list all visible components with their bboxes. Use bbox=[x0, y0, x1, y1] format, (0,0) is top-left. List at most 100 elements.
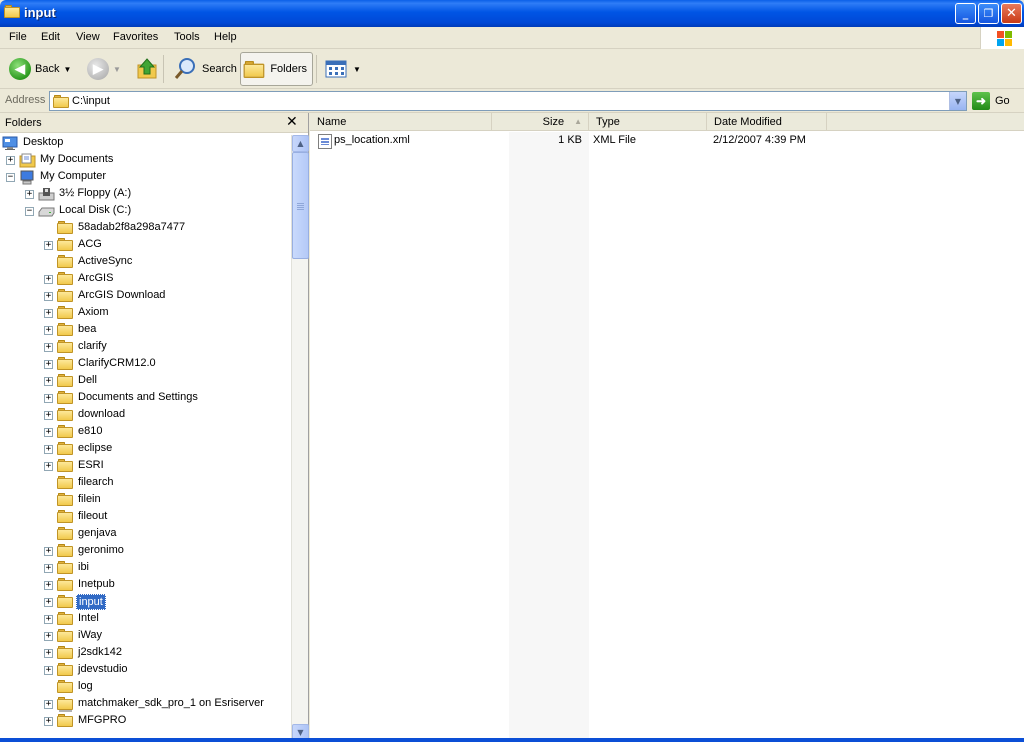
menu-file[interactable]: File bbox=[9, 31, 27, 43]
expand-icon[interactable]: + bbox=[44, 445, 53, 454]
folders-button[interactable]: Folders bbox=[240, 52, 313, 86]
tree-item[interactable]: + eclipse bbox=[0, 441, 292, 458]
tree-item[interactable]: ActiveSync bbox=[0, 254, 292, 271]
maximize-button[interactable]: ❐ bbox=[978, 3, 999, 24]
tree-item[interactable]: + download bbox=[0, 407, 292, 424]
tree-item-label: 58adab2f8a298a7477 bbox=[78, 221, 186, 233]
expand-icon[interactable]: + bbox=[44, 411, 53, 420]
scroll-thumb[interactable] bbox=[292, 152, 309, 259]
expand-icon[interactable]: + bbox=[44, 292, 53, 301]
up-folder-button[interactable] bbox=[130, 52, 166, 86]
expand-icon[interactable]: + bbox=[6, 156, 15, 165]
expand-icon[interactable]: + bbox=[44, 428, 53, 437]
tree-item[interactable]: + ArcGIS bbox=[0, 271, 292, 288]
tree-item[interactable]: + bea bbox=[0, 322, 292, 339]
address-dropdown-icon[interactable]: ▼ bbox=[949, 92, 966, 110]
expand-icon[interactable]: + bbox=[25, 190, 34, 199]
folders-icon bbox=[243, 60, 265, 78]
go-button[interactable]: ➜ Go bbox=[972, 91, 1010, 111]
tree-item[interactable]: +3½ Floppy (A:) bbox=[0, 186, 292, 203]
tree-item[interactable]: Desktop bbox=[0, 135, 292, 152]
close-button[interactable]: ✕ bbox=[1001, 3, 1022, 24]
expand-icon[interactable]: + bbox=[44, 649, 53, 658]
tree-item[interactable]: − Local Disk (C:) bbox=[0, 203, 292, 220]
menu-favorites[interactable]: Favorites bbox=[113, 31, 158, 43]
tree-item[interactable]: + Intel bbox=[0, 611, 292, 628]
menu-edit[interactable]: Edit bbox=[41, 31, 60, 43]
tree-item[interactable]: + iWay bbox=[0, 628, 292, 645]
tree-item[interactable]: genjava bbox=[0, 526, 292, 543]
column-header-date-modified[interactable]: Date Modified bbox=[707, 113, 827, 131]
tree-item[interactable]: + e810 bbox=[0, 424, 292, 441]
tree-item[interactable]: + geronimo bbox=[0, 543, 292, 560]
tree-item[interactable]: filein bbox=[0, 492, 292, 509]
folder-icon bbox=[57, 323, 75, 338]
expand-icon[interactable]: + bbox=[44, 275, 53, 284]
tree-item[interactable]: + Inetpub bbox=[0, 577, 292, 594]
expand-icon[interactable]: + bbox=[44, 309, 53, 318]
my-computer-icon bbox=[19, 170, 37, 185]
back-dropdown-icon[interactable]: ▼ bbox=[63, 65, 71, 74]
column-header-type[interactable]: Type bbox=[589, 113, 707, 131]
expand-icon[interactable]: + bbox=[44, 377, 53, 386]
tree-item[interactable]: log bbox=[0, 679, 292, 696]
tree-item[interactable]: + My Documents bbox=[0, 152, 292, 169]
tree-item[interactable]: + ESRI bbox=[0, 458, 292, 475]
back-button[interactable]: ◀ Back ▼ bbox=[4, 52, 76, 86]
tree-item[interactable]: + ArcGIS Download bbox=[0, 288, 292, 305]
menu-tools[interactable]: Tools bbox=[174, 31, 200, 43]
expand-icon[interactable]: + bbox=[44, 598, 53, 607]
tree-item-label: iWay bbox=[78, 629, 103, 641]
tree-item[interactable]: + input bbox=[0, 594, 292, 611]
title-bar[interactable]: input _ ❐ ✕ bbox=[0, 0, 1024, 27]
expand-icon[interactable]: + bbox=[44, 326, 53, 335]
views-button[interactable]: ▼ bbox=[320, 52, 366, 86]
menu-view[interactable]: View bbox=[76, 31, 100, 43]
tree-item[interactable]: + Documents and Settings bbox=[0, 390, 292, 407]
expand-icon[interactable]: + bbox=[44, 581, 53, 590]
tree-item[interactable]: + ibi bbox=[0, 560, 292, 577]
scroll-up-icon[interactable]: ▲ bbox=[292, 135, 309, 152]
expand-icon[interactable]: + bbox=[44, 666, 53, 675]
tree-item[interactable]: + jdevstudio bbox=[0, 662, 292, 679]
folder-tree-scrollbar[interactable]: ▲ ▼ bbox=[291, 135, 309, 742]
tree-item[interactable]: + j2sdk142 bbox=[0, 645, 292, 662]
tree-item[interactable]: + Axiom bbox=[0, 305, 292, 322]
search-button[interactable]: Search bbox=[167, 52, 242, 86]
floppy-drive-icon bbox=[38, 187, 56, 202]
tree-item[interactable]: 58adab2f8a298a7477 bbox=[0, 220, 292, 237]
expand-icon[interactable]: + bbox=[44, 564, 53, 573]
tree-item[interactable]: fileout bbox=[0, 509, 292, 526]
forward-button[interactable]: ▶ ▼ bbox=[82, 52, 126, 86]
expand-icon[interactable]: + bbox=[44, 241, 53, 250]
collapse-icon[interactable]: − bbox=[6, 173, 15, 182]
tree-item[interactable]: + matchmaker_sdk_pro_1 on Esriserver bbox=[0, 696, 292, 713]
expand-icon[interactable]: + bbox=[44, 632, 53, 641]
expand-icon[interactable]: + bbox=[44, 700, 53, 709]
expand-icon[interactable]: + bbox=[44, 462, 53, 471]
column-header-size[interactable]: Size ▲ bbox=[492, 113, 589, 131]
forward-dropdown-icon[interactable]: ▼ bbox=[113, 65, 121, 74]
tree-item[interactable]: + MFGPRO bbox=[0, 713, 292, 730]
tree-item[interactable]: + ACG bbox=[0, 237, 292, 254]
tree-item[interactable]: + ClarifyCRM12.0 bbox=[0, 356, 292, 373]
close-icon[interactable]: ✕ bbox=[286, 114, 298, 130]
column-header-name[interactable]: Name bbox=[310, 113, 492, 131]
expand-icon[interactable]: + bbox=[44, 360, 53, 369]
expand-icon[interactable]: + bbox=[44, 343, 53, 352]
expand-icon[interactable]: + bbox=[44, 394, 53, 403]
tree-item[interactable]: filearch bbox=[0, 475, 292, 492]
collapse-icon[interactable]: − bbox=[25, 207, 34, 216]
minimize-button[interactable]: _ bbox=[955, 3, 976, 24]
menu-help[interactable]: Help bbox=[214, 31, 237, 43]
views-dropdown-icon[interactable]: ▼ bbox=[353, 65, 361, 74]
file-row[interactable]: ps_location.xml 1 KB XML File 2/12/2007 … bbox=[310, 133, 1024, 150]
expand-icon[interactable]: + bbox=[44, 615, 53, 624]
address-input[interactable]: C:\input ▼ bbox=[49, 91, 967, 111]
tree-item[interactable]: + Dell bbox=[0, 373, 292, 390]
tree-item[interactable]: − My Computer bbox=[0, 169, 292, 186]
expand-icon[interactable]: + bbox=[44, 547, 53, 556]
folder-icon bbox=[57, 442, 75, 457]
tree-item[interactable]: + clarify bbox=[0, 339, 292, 356]
expand-icon[interactable]: + bbox=[44, 717, 53, 726]
